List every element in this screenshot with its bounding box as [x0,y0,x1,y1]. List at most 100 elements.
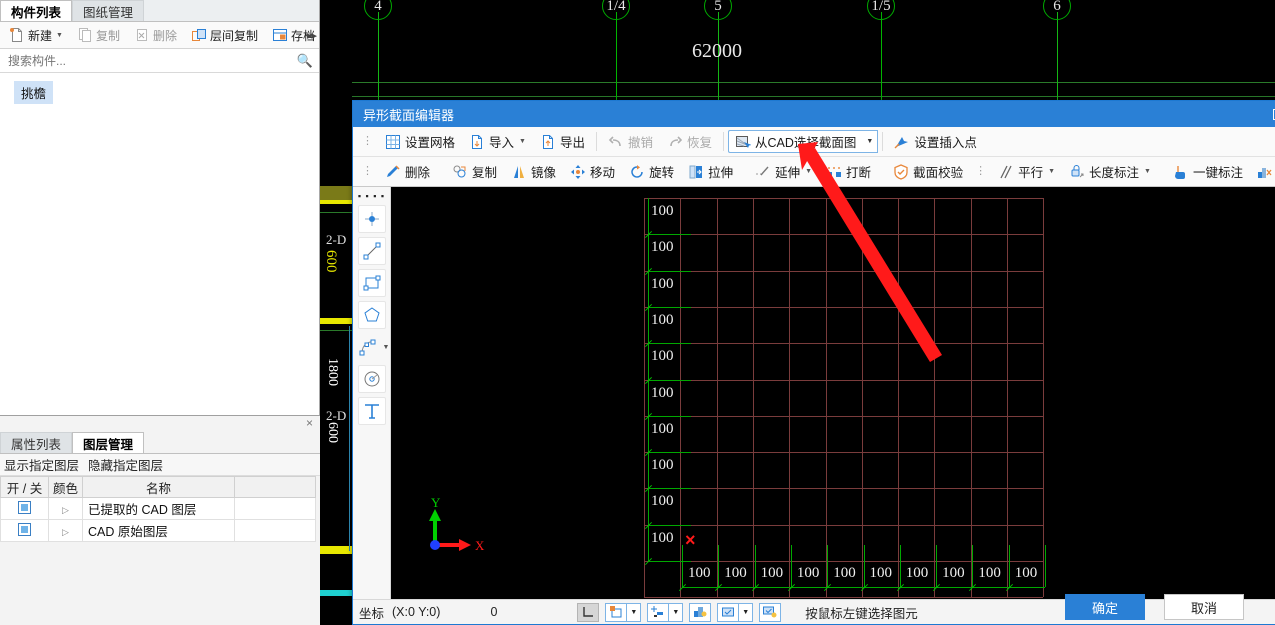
section-editor-dialog: 异形截面编辑器 ⋮ 设置网格 导入 ▼ 导出 撤销 恢复 从CAD选择截面图 ▼… [352,100,1275,625]
rotate-button[interactable]: 旋转 [622,158,681,185]
show-specified-layer-link[interactable]: 显示指定图层 [4,455,79,474]
extend-button[interactable]: 延伸 ▼ [748,158,819,185]
set-grid-button[interactable]: 设置网格 [378,128,462,155]
copy-button[interactable]: 复制 [71,24,126,47]
copy-shape-icon [452,164,468,180]
chevron-down-icon[interactable]: ▼ [383,344,390,351]
tab-property-list[interactable]: 属性列表 [0,432,73,453]
break-button[interactable]: 打断 [819,158,878,185]
tab-component-list[interactable]: 构件列表 [0,0,73,21]
arc-tool[interactable] [354,333,382,361]
dimension-extension-line [682,545,683,587]
vertical-dimension-label: 100 [651,203,674,219]
undo-label: 撤销 [627,136,653,150]
move-button[interactable]: 移动 [563,158,622,185]
section-drawing-canvas[interactable]: 100 100 100 100 100 100 100 100 100 100 100 100 100 1… [391,187,1275,599]
chevron-down-icon[interactable]: ▼ [1144,168,1151,175]
grid-line-vertical [644,198,645,598]
delete-button[interactable]: 删除 [128,24,183,47]
selection-mode-toggle[interactable] [717,602,740,622]
snap-marker-toggle[interactable] [689,602,712,622]
drawing-tools-palette: ▪ ▪ ▪ ▪ ▼ [353,187,391,599]
grid-line-horizontal [644,524,1044,526]
axis-bubble[interactable]: 6 [1043,0,1071,20]
chevron-down-icon[interactable]: ▼ [805,168,812,175]
export-button[interactable]: 导出 [533,128,592,155]
layer-visibility-checkbox[interactable] [18,522,31,536]
svg-text:X: X [475,538,485,553]
shape-copy-button[interactable]: 复制 [445,158,504,185]
object-snap-toggle[interactable] [605,602,628,622]
tree-node-selected[interactable]: 挑檐 [14,81,54,104]
coordinate-value: (X:0 Y:0) [392,605,441,619]
table-row[interactable]: ▷ 已提取的 CAD 图层 [0,497,316,520]
grid-snap-toggle[interactable] [647,602,670,622]
line-tool[interactable] [357,237,386,265]
set-insert-point-button[interactable]: 设置插入点 [887,128,984,155]
search-icon[interactable]: 🔍 [297,53,313,69]
chevron-down-icon[interactable]: ▼ [627,602,642,622]
undo-button[interactable]: 撤销 [601,128,660,155]
new-button[interactable]: 新建 ▼ [3,24,69,47]
col-color: 颜色 [48,476,83,498]
toolbar-grip[interactable]: ⋮ [970,166,991,177]
stretch-button[interactable]: 拉伸 [681,158,740,185]
hide-specified-layer-link[interactable]: 隐藏指定图层 [88,455,163,474]
layer-copy-button-label: 层间复制 [209,28,258,43]
rotate-label: 旋转 [649,166,675,180]
cad-left-strip[interactable]: 600 1800 600 2-D 2-D [320,0,352,625]
axis-bubble[interactable]: 1/4 [602,0,630,20]
toolbar-grip[interactable]: ⋮ [357,166,378,177]
point-tool[interactable] [357,205,386,233]
layer-copy-button[interactable]: 层间复制 [185,24,264,47]
table-row[interactable]: ▷ CAD 原始图层 [0,519,316,542]
length-dimension-button[interactable]: 长度标注 ▼ [1062,158,1158,185]
axis-bubble[interactable]: 1/5 [867,0,895,20]
toolbar-overflow-button[interactable]: ▸▸ [307,29,317,42]
shape-delete-button[interactable]: 删除 [378,158,437,185]
import-button[interactable]: 导入 ▼ [462,128,533,155]
toolbar-grip[interactable]: ⋮ [357,136,378,147]
axis-bubble[interactable]: 4 [364,0,392,20]
circle-tool[interactable] [357,365,386,393]
tab-layer-management[interactable]: 图层管理 [72,432,145,453]
dialog-title-bar[interactable]: 异形截面编辑器 [353,101,1275,127]
set-grid-label: 设置网格 [405,136,456,150]
horizontal-dimension-label: 100 [942,565,965,581]
dimension-extension-line [718,545,720,587]
chevron-down-icon[interactable]: ▼ [56,32,63,39]
cad-strip-label: 2-D [326,408,347,423]
cad-select-dropdown-button[interactable]: ▼ [862,130,879,153]
layer-visibility-checkbox[interactable] [18,500,31,514]
close-icon[interactable]: × [306,416,313,430]
ok-button[interactable]: 确定 [1065,594,1145,620]
chevron-down-icon[interactable]: ▼ [1048,168,1055,175]
chevron-down-icon[interactable]: ▼ [519,138,526,145]
grid-line-horizontal [644,306,1044,308]
parallel-button[interactable]: 平行 ▼ [991,158,1062,185]
chevron-down-icon[interactable]: ▼ [739,602,754,622]
select-section-from-cad-button[interactable]: 从CAD选择截面图 [728,130,863,153]
chevron-down-icon[interactable]: ▼ [669,602,684,622]
one-click-dimension-button[interactable]: 一键标注 [1166,158,1250,185]
expand-arrow-icon[interactable]: ▷ [62,505,69,515]
polygon-tool[interactable] [357,301,386,329]
expand-arrow-icon[interactable]: ▷ [62,527,69,537]
parallel-icon [998,164,1014,180]
mirror-button[interactable]: 镜像 [504,158,563,185]
grid-line-horizontal [644,343,1044,345]
palette-grip[interactable]: ▪ ▪ ▪ ▪ [358,191,385,201]
section-verify-button[interactable]: 截面校验 [886,158,970,185]
search-input[interactable] [6,52,297,69]
cad-grid-line [320,96,1275,97]
ortho-toggle[interactable] [577,602,600,622]
tab-drawing-management[interactable]: 图纸管理 [72,0,145,21]
redo-button[interactable]: 恢复 [660,128,719,155]
text-tool[interactable] [357,397,386,425]
cancel-button[interactable]: 取消 [1164,594,1244,620]
delete-constraint-button[interactable]: 删除约束 [1250,158,1275,185]
auto-dim-toggle[interactable] [759,602,782,622]
axis-bubble[interactable]: 5 [704,0,732,20]
rectangle-tool[interactable] [357,269,386,297]
cad-strip-text: 600 [323,250,339,273]
